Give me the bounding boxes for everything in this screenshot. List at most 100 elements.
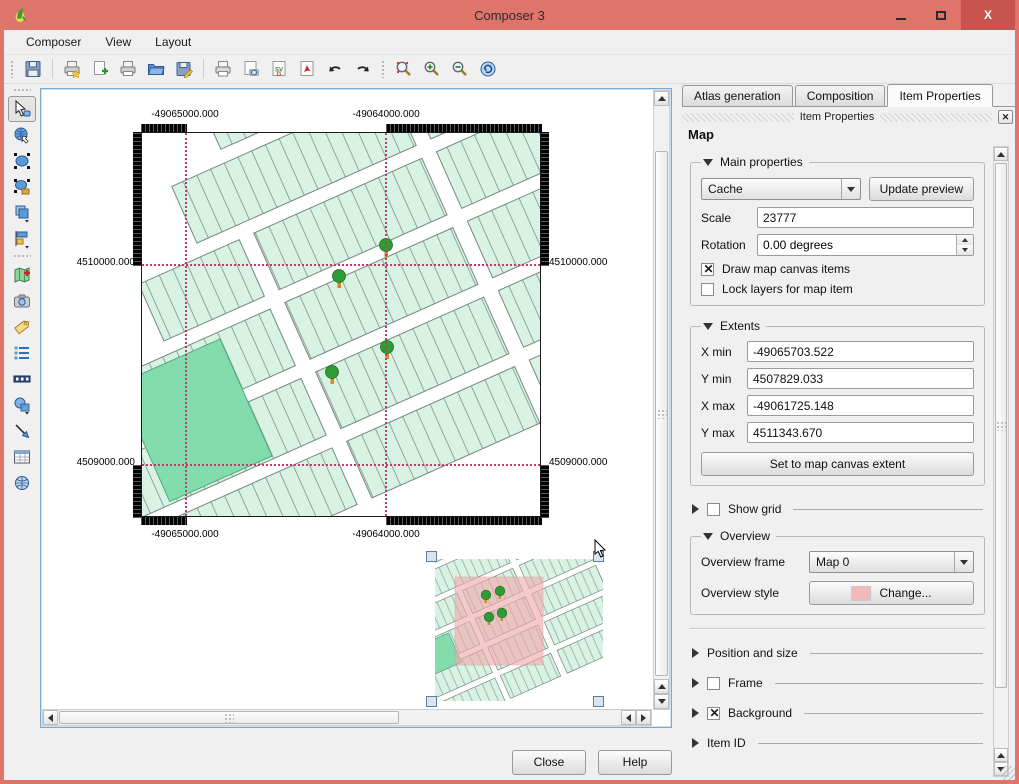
section-frame[interactable]: Frame	[692, 676, 983, 690]
scale-input[interactable]: 23777	[757, 207, 974, 228]
export-image-button[interactable]	[239, 57, 263, 81]
combo-dropdown-button[interactable]	[954, 552, 973, 572]
scroll-left-button[interactable]	[43, 710, 58, 725]
toolbar-grip[interactable]	[381, 60, 386, 78]
section-show-grid[interactable]: Show grid	[692, 502, 983, 516]
spin-buttons[interactable]	[956, 235, 973, 255]
scroll-up-button[interactable]	[654, 91, 669, 106]
composition-canvas[interactable]: -49065000.000 -49064000.000 -49065000.00…	[40, 88, 672, 728]
scroll-up-button[interactable]	[654, 679, 669, 694]
add-shape-button[interactable]	[8, 392, 36, 418]
set-to-map-canvas-extent-button[interactable]: Set to map canvas extent	[701, 452, 974, 476]
minimize-button[interactable]	[881, 0, 921, 30]
tab-composition[interactable]: Composition	[795, 85, 886, 106]
redo-button[interactable]	[351, 57, 375, 81]
menu-view[interactable]: View	[95, 32, 141, 52]
refresh-view-button[interactable]	[476, 57, 500, 81]
scroll-up-button[interactable]	[994, 748, 1008, 762]
raise-items-button[interactable]	[8, 200, 36, 226]
lock-layers-checkbox[interactable]	[701, 283, 714, 296]
duplicate-composer-button[interactable]	[88, 57, 112, 81]
rotation-spinbox[interactable]: 0.00 degrees	[757, 234, 974, 256]
map-item-frame[interactable]	[141, 132, 541, 517]
save-template-button[interactable]	[172, 57, 196, 81]
close-button[interactable]: Close	[512, 750, 586, 775]
align-items-button[interactable]	[8, 226, 36, 252]
zoom-full-button[interactable]	[392, 57, 416, 81]
xmax-input[interactable]: -49061725.148	[747, 395, 974, 416]
select-move-item-button[interactable]	[8, 96, 36, 122]
xmin-input[interactable]: -49065703.522	[747, 341, 974, 362]
frame-checkbox[interactable]	[707, 677, 720, 690]
scroll-up-button[interactable]	[994, 147, 1008, 161]
group-header-extents[interactable]: Extents	[701, 319, 766, 333]
canvas-hscrollbar[interactable]	[42, 709, 652, 726]
tab-atlas-generation[interactable]: Atlas generation	[682, 85, 793, 106]
selection-handle[interactable]	[426, 551, 437, 562]
menu-layout[interactable]: Layout	[145, 32, 201, 52]
close-window-button[interactable]: X	[961, 0, 1015, 30]
section-background[interactable]: Background	[692, 706, 983, 720]
preview-mode-combo[interactable]: Cache	[701, 178, 861, 200]
add-scalebar-button[interactable]	[8, 366, 36, 392]
overview-map-item[interactable]	[435, 559, 603, 701]
add-html-frame-button[interactable]	[8, 470, 36, 496]
vscroll-thumb[interactable]	[995, 163, 1007, 688]
undo-button[interactable]	[323, 57, 347, 81]
window-resize-grip[interactable]	[1001, 766, 1015, 780]
hscroll-thumb[interactable]	[59, 711, 399, 724]
menu-composer[interactable]: Composer	[16, 32, 91, 52]
add-label-button[interactable]	[8, 314, 36, 340]
spin-up-button[interactable]	[957, 235, 973, 245]
canvas-vscrollbar[interactable]	[653, 90, 670, 710]
scroll-right-button[interactable]	[636, 710, 651, 725]
ymax-input[interactable]: 4511343.670	[747, 422, 974, 443]
export-svg-button[interactable]: SVG	[267, 57, 291, 81]
toolbar-grip[interactable]	[10, 60, 15, 78]
update-preview-button[interactable]: Update preview	[869, 177, 974, 201]
ungroup-items-button[interactable]	[8, 174, 36, 200]
group-items-button[interactable]	[8, 148, 36, 174]
help-button[interactable]: Help	[598, 750, 672, 775]
group-header-overview[interactable]: Overview	[701, 529, 776, 543]
toolbox-grip[interactable]	[13, 254, 31, 259]
section-position-and-size[interactable]: Position and size	[692, 646, 983, 660]
show-grid-checkbox[interactable]	[707, 503, 720, 516]
export-pdf-button[interactable]	[295, 57, 319, 81]
selection-handle[interactable]	[426, 696, 437, 707]
spin-down-button[interactable]	[957, 245, 973, 255]
scroll-left-button[interactable]	[621, 710, 636, 725]
combo-dropdown-button[interactable]	[841, 179, 860, 199]
ymin-input[interactable]: 4507829.033	[747, 368, 974, 389]
add-arrow-button[interactable]	[8, 418, 36, 444]
maximize-button[interactable]	[921, 0, 961, 30]
draw-map-canvas-items-checkbox[interactable]	[701, 263, 714, 276]
dock-titlebar[interactable]: Item Properties ✕	[682, 109, 1013, 125]
panel-vscrollbar[interactable]	[993, 146, 1009, 777]
new-composer-button[interactable]	[60, 57, 84, 81]
vscroll-thumb[interactable]	[655, 151, 668, 676]
zoom-out-icon	[450, 59, 470, 79]
zoom-in-button[interactable]	[420, 57, 444, 81]
scroll-down-button[interactable]	[654, 694, 669, 709]
move-item-content-button[interactable]	[8, 122, 36, 148]
overview-style-change-button[interactable]: Change...	[809, 581, 974, 605]
add-legend-button[interactable]	[8, 340, 36, 366]
overview-frame-combo[interactable]: Map 0	[809, 551, 974, 573]
composer-manager-button[interactable]	[116, 57, 140, 81]
print-button[interactable]	[211, 57, 235, 81]
background-checkbox[interactable]	[707, 707, 720, 720]
dialog-button-box: Close Help	[4, 744, 676, 780]
dock-close-button[interactable]: ✕	[998, 110, 1013, 124]
save-composition-button[interactable]	[21, 57, 45, 81]
section-item-id[interactable]: Item ID	[692, 736, 983, 750]
selection-handle[interactable]	[593, 696, 604, 707]
add-new-map-button[interactable]	[8, 262, 36, 288]
zoom-out-button[interactable]	[448, 57, 472, 81]
load-template-button[interactable]	[144, 57, 168, 81]
add-image-button[interactable]	[8, 288, 36, 314]
toolbox-grip[interactable]	[13, 88, 31, 93]
add-attribute-table-button[interactable]	[8, 444, 36, 470]
group-header-main-properties[interactable]: Main properties	[701, 155, 809, 169]
tab-item-properties[interactable]: Item Properties	[887, 84, 992, 107]
